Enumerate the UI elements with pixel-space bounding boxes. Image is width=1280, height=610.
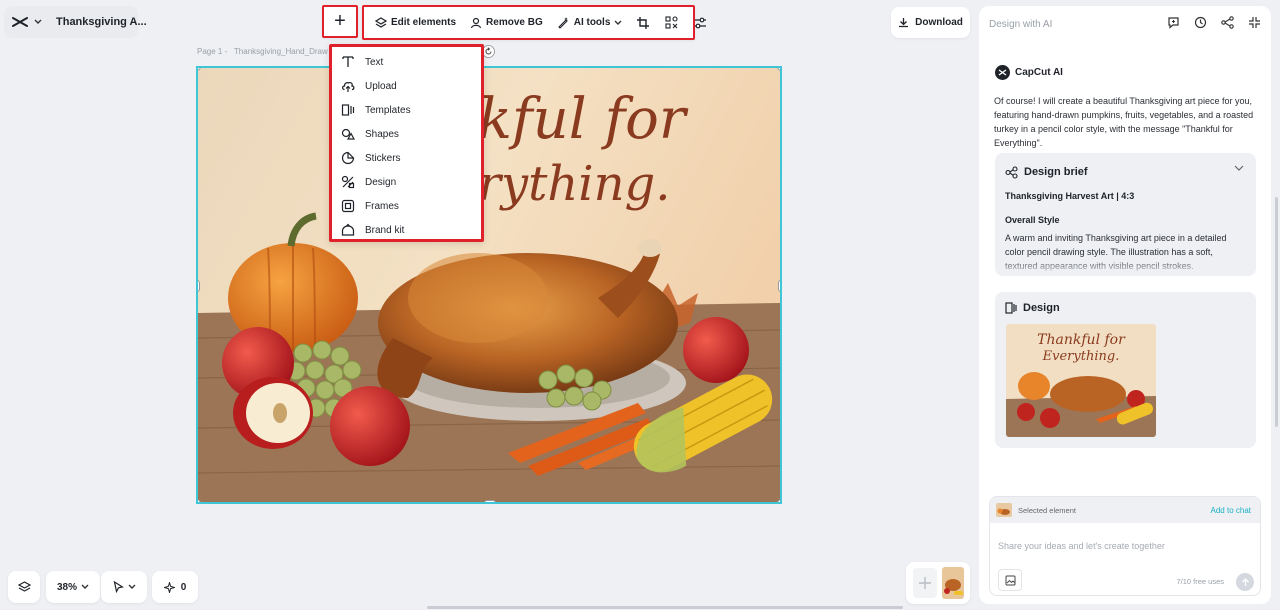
person-icon	[470, 17, 482, 29]
menu-item-shapes[interactable]: Shapes	[332, 122, 481, 146]
crop-icon	[637, 16, 650, 29]
ai-credits[interactable]: 0	[152, 571, 198, 603]
templates-icon	[341, 103, 355, 117]
design-icon	[1005, 302, 1017, 314]
remove-bg-button[interactable]: Remove BG	[465, 9, 548, 37]
ai-message: Of course! I will create a beautiful Tha…	[994, 96, 1254, 148]
menu-item-design[interactable]: Design	[332, 170, 481, 194]
thumbnail-title-line1: Thankful for	[1037, 332, 1126, 348]
shapes-icon	[341, 127, 355, 141]
panel-title: Design with AI	[989, 19, 1053, 30]
ai-sender: CapCut AI	[995, 65, 1063, 80]
ai-design-panel: Design with AI CapCut AI Of course! I wi…	[979, 6, 1271, 604]
menu-item-brand-kit[interactable]: Brand kit	[332, 218, 481, 242]
chat-box: Selected element Add to chat Share your …	[989, 496, 1261, 596]
chevron-down-icon	[81, 584, 89, 590]
menu-item-stickers[interactable]: Stickers	[332, 146, 481, 170]
resize-handle-bottom-right[interactable]	[777, 499, 780, 502]
menu-item-templates[interactable]: Templates	[332, 98, 481, 122]
plus-icon: +	[334, 10, 346, 32]
layers-button[interactable]	[8, 571, 40, 603]
artwork-title-line2: rything.	[478, 156, 671, 212]
new-chat-icon[interactable]	[1167, 16, 1180, 29]
menu-item-text[interactable]: Text	[332, 50, 481, 74]
brief-subtitle: Thanksgiving Harvest Art | 4:3	[1005, 191, 1135, 201]
thumbnail-title-line2: Everything.	[1042, 349, 1120, 364]
upload-icon	[341, 79, 355, 93]
attach-image-button[interactable]	[998, 569, 1022, 591]
project-menu[interactable]: Thanksgiving A...	[4, 6, 147, 38]
vertical-scrollbar[interactable]	[1275, 197, 1278, 427]
adjust-button[interactable]	[688, 9, 713, 37]
history-icon[interactable]	[1194, 16, 1207, 29]
plus-icon	[918, 576, 932, 590]
image-icon	[1005, 575, 1016, 586]
resize-handle-left[interactable]	[198, 280, 200, 292]
cursor-icon	[113, 581, 124, 593]
pointer-tool[interactable]	[101, 571, 147, 603]
frames-icon	[341, 199, 355, 213]
chevron-down-icon	[128, 584, 136, 590]
selected-element-bar: Selected element Add to chat	[990, 497, 1260, 523]
chevron-down-icon	[614, 20, 622, 26]
design-result-card[interactable]: Design Thankful for Everything.	[995, 292, 1256, 448]
chevron-down-icon[interactable]	[1234, 165, 1244, 171]
design-canvas[interactable]: kful for rything.	[196, 66, 782, 504]
design-icon	[341, 175, 355, 189]
chat-input[interactable]: Share your ideas and let's create togeth…	[998, 541, 1165, 551]
selected-element-thumbnail	[996, 503, 1012, 517]
zoom-control[interactable]: 38%	[46, 571, 100, 603]
sliders-icon	[694, 17, 707, 29]
download-button[interactable]: Download	[891, 7, 970, 38]
add-to-chat-link[interactable]: Add to chat	[1211, 506, 1251, 515]
page-thumbnail[interactable]	[941, 567, 964, 599]
page-label: Page 1 - Thanksgiving_Hand_Draw	[197, 47, 328, 56]
brief-section-title: Overall Style	[1005, 215, 1060, 225]
pages-strip	[906, 562, 970, 604]
nodes-icon	[1005, 165, 1018, 179]
menu-item-upload[interactable]: Upload	[332, 74, 481, 98]
capcut-logo-icon	[12, 15, 28, 29]
effects-icon	[665, 16, 678, 29]
stickers-icon	[341, 151, 355, 165]
send-button[interactable]	[1236, 573, 1254, 591]
text-icon	[341, 55, 355, 69]
magic-pen-icon	[557, 16, 570, 29]
layers-icon	[375, 16, 387, 29]
resize-handle-right[interactable]	[778, 280, 780, 292]
effects-button[interactable]	[659, 9, 684, 37]
capcut-ai-avatar-icon	[995, 65, 1010, 80]
design-thumbnail[interactable]: Thankful for Everything.	[1006, 324, 1156, 437]
share-icon[interactable]	[1221, 16, 1234, 29]
add-element-button[interactable]: +	[322, 5, 358, 38]
menu-item-frames[interactable]: Frames	[332, 194, 481, 218]
thanksgiving-artwork: kful for rything.	[198, 68, 780, 502]
crop-button[interactable]	[631, 9, 655, 37]
free-uses-counter: 7/10 free uses	[1176, 577, 1224, 586]
layers-icon	[17, 580, 31, 594]
artwork-title-line1: kful for	[478, 87, 689, 152]
design-brief-card[interactable]: Design brief Thanksgiving Harvest Art | …	[995, 153, 1256, 276]
add-element-menu: Text Upload Templates Shapes Stickers De…	[329, 44, 484, 242]
collapse-icon[interactable]	[1248, 16, 1261, 29]
panel-header: Design with AI	[989, 16, 1261, 36]
ai-tools-button[interactable]: AI tools	[552, 9, 628, 37]
download-icon	[898, 17, 909, 28]
brand-kit-icon	[341, 223, 355, 237]
edit-elements-button[interactable]: Edit elements	[370, 9, 461, 37]
arrow-up-icon	[1241, 577, 1250, 587]
chevron-down-icon	[34, 19, 42, 25]
resize-handle-bottom[interactable]	[484, 500, 496, 502]
sparkle-icon	[163, 581, 175, 593]
edit-toolbar: Edit elements Remove BG AI tools	[362, 5, 707, 40]
horizontal-scrollbar[interactable]	[427, 606, 903, 609]
add-page-button[interactable]	[912, 568, 937, 598]
project-title: Thanksgiving A...	[56, 16, 147, 28]
